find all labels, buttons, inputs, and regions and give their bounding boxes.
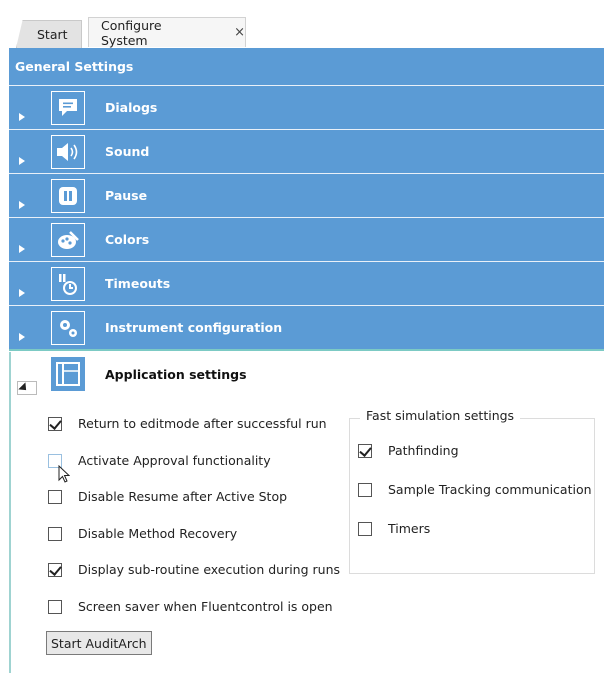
section-application-settings[interactable]: Application settings [9, 349, 604, 397]
tab-start[interactable]: Start [16, 20, 82, 48]
start-auditarch-button[interactable]: Start AuditArch [46, 631, 152, 655]
expand-arrow-icon[interactable] [19, 333, 25, 341]
option-return-to-editmode[interactable]: Return to editmode after successful run [48, 416, 327, 431]
section-timeouts-label: Timeouts [105, 276, 171, 291]
option-label: Disable Method Recovery [78, 526, 238, 541]
option-label: Timers [388, 521, 431, 536]
expand-arrow-icon[interactable] [19, 245, 25, 253]
expand-arrow-icon[interactable] [19, 201, 25, 209]
palette-icon [51, 223, 85, 257]
mouse-cursor-icon [58, 465, 70, 483]
timer-icon [51, 267, 85, 301]
tab-start-label: Start [37, 27, 68, 42]
expand-arrow-icon[interactable] [19, 157, 25, 165]
option-disable-resume[interactable]: Disable Resume after Active Stop [48, 489, 287, 504]
section-pause-label: Pause [105, 188, 148, 203]
window-layout-icon [51, 357, 85, 391]
section-sound-label: Sound [105, 144, 150, 159]
speaker-icon [51, 135, 85, 169]
content-border [9, 352, 11, 673]
tab-configure-system[interactable]: Configure System × [88, 17, 246, 48]
section-dialogs-label: Dialogs [105, 100, 158, 115]
expand-arrow-icon[interactable] [19, 113, 25, 121]
option-label: Return to editmode after successful run [78, 416, 327, 431]
close-tab-icon[interactable]: × [234, 25, 245, 40]
checkbox-checked[interactable] [48, 416, 62, 431]
option-label: Activate Approval functionality [78, 453, 271, 468]
option-label: Pathfinding [388, 443, 459, 458]
option-disable-method-recovery[interactable]: Disable Method Recovery [48, 526, 237, 541]
section-dialogs[interactable]: Dialogs [9, 85, 604, 129]
checkbox-unchecked[interactable] [48, 489, 62, 504]
option-label: Disable Resume after Active Stop [78, 489, 288, 504]
option-label: Display sub-routine execution during run… [78, 562, 341, 577]
option-pathfinding[interactable]: Pathfinding [358, 443, 459, 458]
section-colors[interactable]: Colors [9, 217, 604, 261]
start-auditarch-label: Start AuditArch [51, 635, 147, 651]
checkbox-unchecked[interactable] [358, 521, 372, 536]
checkbox-unchecked[interactable] [48, 526, 62, 541]
section-sound[interactable]: Sound [9, 129, 604, 173]
option-timers[interactable]: Timers [358, 521, 430, 536]
tab-strip: Start Configure System × [0, 0, 604, 48]
option-display-subroutine[interactable]: Display sub-routine execution during run… [48, 562, 340, 577]
tab-configure-system-label: Configure System [101, 17, 162, 48]
option-activate-approval[interactable]: Activate Approval functionality [48, 453, 271, 468]
gears-icon [51, 311, 85, 345]
checkbox-unchecked[interactable] [48, 599, 62, 614]
section-instrument-configuration-label: Instrument configuration [105, 320, 283, 335]
option-label: Sample Tracking communication [388, 482, 592, 497]
section-pause[interactable]: Pause [9, 173, 604, 217]
section-timeouts[interactable]: Timeouts [9, 261, 604, 305]
section-application-settings-label: Application settings [105, 367, 247, 382]
checkbox-checked[interactable] [48, 562, 62, 577]
expand-arrow-icon[interactable] [19, 289, 25, 297]
section-instrument-configuration[interactable]: Instrument configuration [9, 305, 604, 349]
section-colors-label: Colors [105, 232, 150, 247]
pause-icon [51, 179, 85, 213]
fast-simulation-title: Fast simulation settings [360, 408, 521, 423]
general-settings-header: General Settings [9, 48, 604, 85]
option-sample-tracking[interactable]: Sample Tracking communication [358, 482, 592, 497]
settings-accordion: General Settings Dialogs Sound Pause Col… [9, 48, 604, 397]
option-label: Screen saver when Fluentcontrol is open [78, 599, 333, 614]
speech-bubble-icon [51, 91, 85, 125]
checkbox-checked[interactable] [358, 443, 372, 458]
checkbox-unchecked[interactable] [358, 482, 372, 497]
option-screen-saver[interactable]: Screen saver when Fluentcontrol is open [48, 599, 333, 614]
general-settings-title: General Settings [15, 59, 134, 74]
